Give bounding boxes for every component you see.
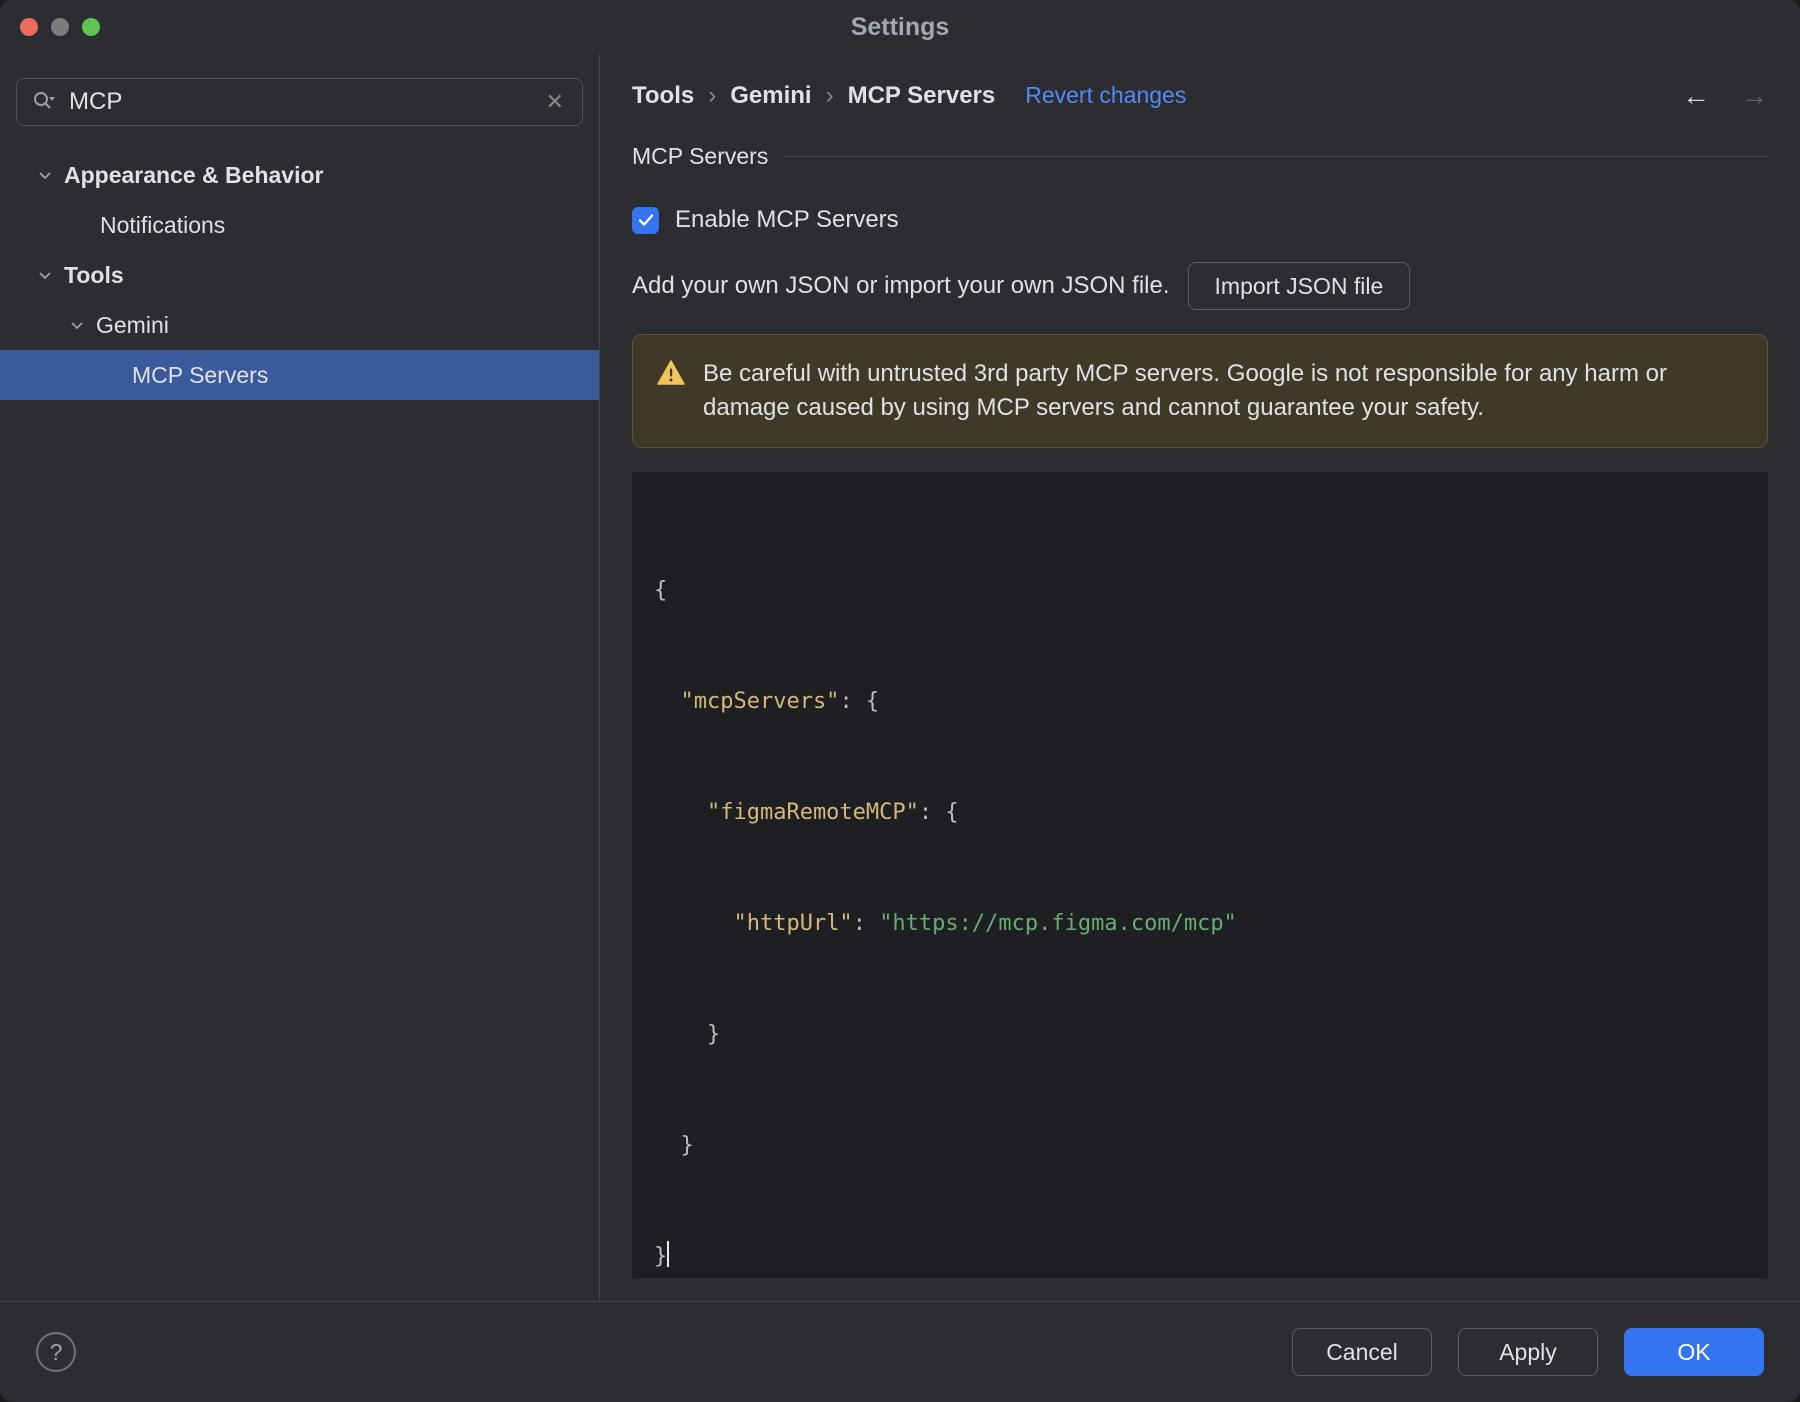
chevron-down-icon[interactable]: [36, 266, 54, 284]
settings-tree: Appearance & Behavior Notifications Tool…: [0, 150, 599, 400]
sidebar-item-tools[interactable]: Tools: [0, 250, 599, 300]
search-input[interactable]: [69, 88, 542, 116]
mcp-json-editor[interactable]: { "mcpServers": { "figmaRemoteMCP": { "h…: [632, 472, 1768, 1278]
breadcrumb: Tools › Gemini › MCP Servers Revert chan…: [632, 78, 1768, 113]
sidebar-item-gemini[interactable]: Gemini: [0, 300, 599, 350]
text-cursor: [667, 1241, 670, 1268]
warning-text: Be careful with untrusted 3rd party MCP …: [703, 360, 1667, 422]
section-header: MCP Servers: [632, 143, 1768, 170]
breadcrumb-mcp-servers: MCP Servers: [847, 81, 996, 109]
code-line: "httpUrl": "https://mcp.figma.com/mcp": [654, 911, 1237, 937]
enable-mcp-checkbox[interactable]: [632, 206, 659, 234]
warning-icon: [657, 360, 685, 391]
section-title: MCP Servers: [632, 143, 769, 170]
breadcrumb-gemini[interactable]: Gemini: [730, 82, 811, 110]
cancel-button[interactable]: Cancel: [1292, 1328, 1432, 1376]
code-line: }: [654, 1238, 1746, 1275]
sidebar-item-mcp-servers[interactable]: MCP Servers: [0, 350, 599, 400]
sidebar-item-label: Notifications: [100, 211, 226, 238]
sidebar-item-label: Appearance & Behavior: [64, 161, 324, 188]
title-bar: Settings: [0, 0, 1800, 54]
mcp-servers-panel: Tools › Gemini › MCP Servers Revert chan…: [600, 54, 1800, 1301]
breadcrumb-separator-icon: ›: [825, 81, 834, 109]
history-nav: ← →: [1682, 80, 1768, 112]
section-divider: [784, 156, 1768, 158]
traffic-lights: [20, 0, 100, 54]
apply-button[interactable]: Apply: [1458, 1328, 1598, 1376]
warning-banner: Be careful with untrusted 3rd party MCP …: [632, 334, 1768, 449]
settings-sidebar: ✕ Appearance & Behavior Notifications To: [0, 54, 600, 1301]
checkmark-icon: [638, 214, 653, 227]
ok-button[interactable]: OK: [1624, 1328, 1764, 1376]
sidebar-item-label: Tools: [64, 261, 124, 288]
import-json-row: Add your own JSON or import your own JSO…: [632, 262, 1768, 311]
settings-window: Settings ✕: [0, 0, 1800, 1402]
enable-mcp-servers-row[interactable]: Enable MCP Servers: [632, 206, 1768, 234]
breadcrumb-separator-icon: ›: [708, 81, 717, 109]
footer-buttons: Cancel Apply OK: [1292, 1328, 1764, 1376]
code-line: "mcpServers": {: [654, 689, 880, 715]
clear-search-icon[interactable]: ✕: [542, 87, 568, 117]
code-line: }: [654, 1022, 721, 1048]
breadcrumb-tools[interactable]: Tools: [632, 82, 694, 110]
help-button[interactable]: ?: [36, 1332, 76, 1372]
forward-arrow-icon: →: [1740, 79, 1768, 111]
revert-changes-link[interactable]: Revert changes: [1025, 82, 1186, 109]
code-line: }: [654, 1133, 694, 1159]
search-icon: [31, 89, 57, 115]
sidebar-item-label: MCP Servers: [132, 361, 269, 388]
chevron-down-icon[interactable]: [68, 316, 86, 334]
window-title: Settings: [850, 12, 950, 41]
zoom-window-button[interactable]: [82, 18, 100, 36]
sidebar-item-appearance-behavior[interactable]: Appearance & Behavior: [0, 150, 599, 200]
close-window-button[interactable]: [20, 18, 38, 36]
code-line: "figmaRemoteMCP": {: [654, 800, 959, 826]
add-json-text: Add your own JSON or import your own JSO…: [632, 272, 1170, 300]
sidebar-item-notifications[interactable]: Notifications: [0, 200, 599, 250]
chevron-down-icon[interactable]: [36, 166, 54, 184]
search-field[interactable]: ✕: [16, 78, 583, 126]
code-line: {: [654, 578, 668, 604]
enable-mcp-checkbox-label: Enable MCP Servers: [675, 206, 899, 234]
dialog-footer: ? Cancel Apply OK: [0, 1301, 1800, 1402]
sidebar-item-label: Gemini: [96, 311, 169, 338]
minimize-window-button[interactable]: [51, 18, 69, 36]
back-arrow-icon[interactable]: ←: [1682, 80, 1710, 112]
import-json-file-button[interactable]: Import JSON file: [1187, 262, 1411, 311]
